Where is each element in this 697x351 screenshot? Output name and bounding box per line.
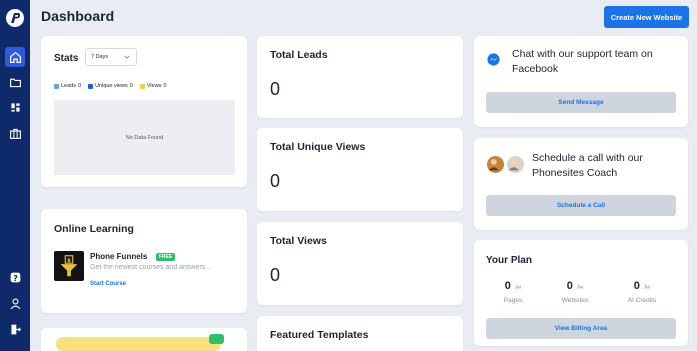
plan-title: Your Plan xyxy=(486,255,532,266)
promo-banner[interactable] xyxy=(56,337,221,351)
page-title: Dashboard xyxy=(41,8,115,24)
legend-leads[interactable]: Leads 0 xyxy=(54,83,81,89)
date-range-value: 7 Days xyxy=(91,54,109,60)
person-icon xyxy=(508,158,519,171)
home-icon xyxy=(9,51,21,63)
messenger-icon xyxy=(487,53,500,66)
legend-swatch xyxy=(88,83,94,89)
legend-count: 0 xyxy=(78,83,82,89)
plan-stat-label: Pages xyxy=(503,297,523,304)
sidebar-item-logout[interactable] xyxy=(5,319,25,339)
sidebar-item-account[interactable] xyxy=(5,293,25,313)
user-icon xyxy=(10,297,20,309)
sidebar-item-home[interactable] xyxy=(5,47,25,67)
online-learning-card: Online Learning $ Phone Funnels FREE Get… xyxy=(41,209,247,313)
plan-stat-label: AI Credits xyxy=(627,297,657,304)
funnel-icon: $ xyxy=(60,255,78,277)
support-text: Chat with our support team on Facebook xyxy=(512,48,653,75)
view-billing-button[interactable]: View Billing Area xyxy=(486,318,676,339)
legend-label: Leads xyxy=(61,83,76,89)
coach-avatar xyxy=(486,155,505,174)
metric-value: 0 xyxy=(270,171,281,191)
stats-title: Stats xyxy=(54,53,79,64)
plan-stat-ai-credits: 0 /∞ AI Credits xyxy=(622,276,662,304)
logout-icon xyxy=(10,324,21,334)
briefcase-icon xyxy=(9,128,21,139)
plan-stat-limit: /∞ xyxy=(644,285,651,291)
schedule-call-button[interactable]: Schedule a Call xyxy=(486,195,676,216)
p-logo-icon[interactable] xyxy=(5,8,25,28)
sidebar-item-templates[interactable] xyxy=(5,97,25,117)
stats-card: Stats 7 Days Leads 0 Unique views 0 View… xyxy=(41,36,247,187)
plan-stat-label: Websites xyxy=(561,297,589,304)
metric-value: 0 xyxy=(270,265,281,285)
metric-value: 0 xyxy=(270,79,281,99)
sidebar-item-business[interactable] xyxy=(5,123,25,143)
support-card: Chat with our support team on Facebook S… xyxy=(474,36,688,127)
plan-stat-value: 0 xyxy=(566,280,573,292)
featured-templates-card: Featured Templates xyxy=(257,316,463,351)
legend-label: Unique views xyxy=(95,83,128,89)
person-icon xyxy=(488,158,499,171)
legend-label: Views xyxy=(146,83,162,89)
metric-card-unique-views: Total Unique Views 0 xyxy=(257,128,463,211)
coach-avatar xyxy=(506,155,525,174)
date-range-select[interactable]: 7 Days xyxy=(85,48,137,66)
start-course-link[interactable]: Start Course xyxy=(90,281,126,287)
no-data-text: No Data Found xyxy=(125,134,164,141)
free-badge: FREE xyxy=(156,253,176,261)
featured-templates-title: Featured Templates xyxy=(270,329,369,341)
plan-stat-pages: 0 /∞ Pages xyxy=(500,276,526,304)
legend-views[interactable]: Views 0 xyxy=(139,83,167,89)
svg-text:?: ? xyxy=(13,272,18,282)
course-name: Phone Funnels xyxy=(90,252,148,261)
metric-card-total-leads: Total Leads 0 xyxy=(257,36,463,118)
metric-card-total-views: Total Views 0 xyxy=(257,222,463,305)
folder-icon xyxy=(9,78,21,87)
legend-count: 0 xyxy=(163,83,167,89)
send-message-button[interactable]: Send Message xyxy=(486,92,676,113)
chevron-down-icon xyxy=(124,55,130,59)
sidebar: ? xyxy=(0,0,30,351)
promo-card xyxy=(41,328,247,351)
plan-stat-websites: 0 /∞ Websites xyxy=(558,276,592,304)
plan-card: Your Plan 0 /∞ Pages 0 /∞ Websites 0 /∞ … xyxy=(474,240,688,346)
online-learning-title: Online Learning xyxy=(54,223,134,235)
help-icon: ? xyxy=(10,272,20,282)
coach-card: Schedule a call with our Phonesites Coac… xyxy=(474,138,688,230)
create-website-button[interactable]: Create New Website xyxy=(604,6,689,28)
sidebar-item-folders[interactable] xyxy=(5,72,25,92)
coach-text: Schedule a call with our Phonesites Coac… xyxy=(532,152,643,179)
plan-stat-limit: /∞ xyxy=(515,285,522,291)
metric-label: Total Unique Views xyxy=(270,141,366,153)
svg-text:$: $ xyxy=(67,258,71,264)
legend-swatch xyxy=(54,83,59,89)
metric-label: Total Leads xyxy=(270,49,328,61)
stats-chart-area: No Data Found xyxy=(54,100,235,175)
legend-swatch xyxy=(139,83,145,89)
plan-stat-value: 0 xyxy=(504,280,511,292)
stats-legend: Leads 0 Unique views 0 Views 0 xyxy=(54,83,166,89)
promo-badge xyxy=(209,334,224,344)
sidebar-item-help[interactable]: ? xyxy=(5,267,25,287)
legend-count: 0 xyxy=(129,83,133,89)
legend-unique-views[interactable]: Unique views 0 xyxy=(88,83,133,89)
plan-stat-value: 0 xyxy=(633,280,640,292)
metric-label: Total Views xyxy=(270,235,327,247)
grid-icon xyxy=(10,102,20,112)
course-description: Get the newest courses and answers... xyxy=(90,264,212,271)
plan-stat-limit: /∞ xyxy=(577,285,584,291)
course-thumbnail[interactable]: $ xyxy=(54,251,84,281)
